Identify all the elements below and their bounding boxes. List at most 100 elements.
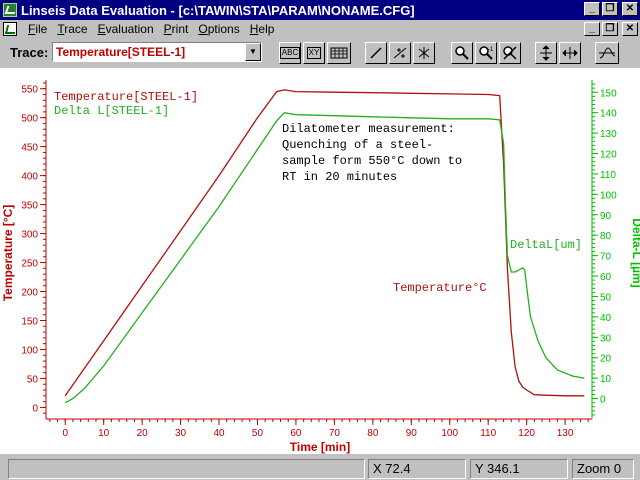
status-zoom: Zoom 0	[572, 459, 634, 479]
trace-label: Trace:	[10, 45, 49, 60]
svg-text:-1: -1	[488, 47, 494, 53]
chevron-down-icon[interactable]: ▼	[245, 43, 261, 61]
y-left-tick-label: 50	[27, 374, 39, 385]
magnifier-cancel-icon	[503, 46, 517, 60]
status-bar: X 72.4 Y 346.1 Zoom 0	[0, 457, 640, 480]
y-right-tick-label: 30	[600, 333, 612, 344]
legend-temperature: Temperature[STEEL-1]	[54, 90, 198, 104]
status-y: Y 346.1	[470, 459, 568, 479]
cross-marker-icon	[418, 47, 430, 59]
x-axis-label: Time [min]	[290, 440, 350, 454]
y-right-tick-label: 120	[600, 150, 617, 161]
label-delta-curve: DeltaL[um]	[510, 238, 582, 252]
menu-options[interactable]: Options	[193, 22, 244, 36]
dilatometer-chart: 0 10 20 30 40 50 60 70 80 90 100 110 120 130050100150…	[1, 80, 640, 454]
x-tick-label: 10	[98, 428, 110, 439]
y-left-tick-label: 350	[21, 201, 38, 212]
y-left-tick-label: 400	[21, 172, 38, 183]
title-bar: Linseis Data Evaluation - [c:\TAWIN\STA\…	[0, 0, 640, 20]
abc-label-button[interactable]: ABC	[279, 42, 301, 64]
cross-marker-button[interactable]	[413, 42, 435, 64]
trace-settings-button[interactable]	[595, 42, 619, 64]
status-x: X 72.4	[368, 459, 466, 479]
x-tick-label: 90	[406, 428, 418, 439]
plus-marker-icon	[393, 47, 407, 59]
document-icon[interactable]	[3, 22, 17, 36]
x-tick-label: 20	[137, 428, 149, 439]
y-right-tick-label: 40	[600, 313, 612, 324]
x-tick-label: 100	[441, 428, 458, 439]
magnifier-reset-icon: -1	[479, 46, 494, 60]
x-tick-label: 70	[329, 428, 341, 439]
y-right-tick-label: 60	[600, 272, 612, 283]
x-scale-icon	[562, 47, 578, 59]
plot-area[interactable]: 0 10 20 30 40 50 60 70 80 90 100 110 120 130 0 50 100 150…	[0, 68, 640, 454]
y-right-tick-label: 80	[600, 231, 612, 242]
y-left-tick-label: 500	[21, 114, 38, 125]
doc-minimize-button[interactable]: _	[584, 22, 600, 36]
y-right-tick-label: 110	[600, 170, 616, 181]
y-left-tick-label: 150	[21, 316, 38, 327]
x-tick-label: 120	[518, 428, 535, 439]
annotation-line-3: sample form 550°C down to	[282, 154, 462, 168]
y-right-tick-label: 50	[600, 292, 612, 303]
doc-restore-button[interactable]: ❐	[602, 22, 618, 36]
trace-select[interactable]: Temperature[STEEL-1] ▼	[52, 42, 262, 62]
y-right-tick-label: 0	[600, 395, 606, 406]
trace-select-value: Temperature[STEEL-1]	[56, 45, 186, 59]
line-icon	[370, 47, 382, 59]
y-right-tick-label: 140	[600, 109, 617, 120]
menu-print[interactable]: Print	[159, 22, 194, 36]
x-tick-label: 60	[290, 428, 302, 439]
y-scale-button[interactable]	[535, 42, 557, 64]
close-button[interactable]: ✕	[622, 2, 638, 16]
window-title: Linseis Data Evaluation - [c:\TAWIN\STA\…	[21, 2, 415, 18]
y-right-tick-label: 130	[600, 129, 617, 140]
x-scale-button[interactable]	[559, 42, 581, 64]
x-tick-label: 50	[252, 428, 264, 439]
y-left-axis-label: Temperature [°C]	[1, 205, 15, 302]
zoom-cancel-button[interactable]	[499, 42, 521, 64]
menu-bar: File Trace Evaluation Print Options Help…	[0, 20, 640, 38]
y-right-tick-label: 100	[600, 190, 617, 201]
x-tick-label: 30	[175, 428, 187, 439]
line-button[interactable]	[365, 42, 387, 64]
zoom-reset-button[interactable]: -1	[475, 42, 497, 64]
menu-trace[interactable]: Trace	[52, 22, 92, 36]
y-left-tick-label: 450	[21, 143, 38, 154]
y-left-tick-label: 200	[21, 288, 38, 299]
y-left-tick-label: 0	[32, 403, 38, 414]
x-tick-label: 110	[480, 428, 496, 439]
menu-help[interactable]: Help	[245, 22, 280, 36]
y-left-tick-label: 100	[21, 345, 38, 356]
status-message	[8, 459, 365, 479]
y-right-tick-label: 20	[600, 354, 612, 365]
y-left-tick-label: 300	[21, 230, 38, 241]
grid-button[interactable]	[327, 42, 351, 64]
menu-evaluation[interactable]: Evaluation	[93, 22, 159, 36]
zoom-in-button[interactable]	[451, 42, 473, 64]
annotation-line-1: Dilatometer measurement:	[282, 122, 455, 136]
toolbar: Trace: Temperature[STEEL-1] ▼ ABC XY -1	[0, 38, 640, 68]
x-tick-label: 40	[213, 428, 225, 439]
grid-icon	[330, 47, 348, 59]
y-left-tick-label: 250	[21, 259, 38, 270]
xy-label-button[interactable]: XY	[303, 42, 325, 64]
minimize-button[interactable]: _	[584, 2, 600, 16]
app-icon[interactable]	[3, 3, 17, 17]
menu-file[interactable]: File	[23, 22, 52, 36]
x-tick-label: 130	[557, 428, 574, 439]
x-tick-label: 0	[62, 428, 68, 439]
annotation-line-2: Quenching of a steel-	[282, 138, 433, 152]
magnifier-icon	[455, 46, 469, 60]
y-right-tick-label: 10	[600, 374, 612, 385]
restore-button[interactable]: ❐	[602, 2, 618, 16]
doc-close-button[interactable]: ✕	[622, 22, 638, 36]
label-temperature-curve: Temperature°C	[393, 281, 487, 295]
curve-icon	[599, 47, 616, 59]
y-right-tick-label: 70	[600, 252, 612, 263]
y-right-tick-label: 90	[600, 211, 612, 222]
legend-delta: Delta L[STEEL-1]	[54, 104, 169, 118]
point-marker-button[interactable]	[389, 42, 411, 64]
y-left-tick-label: 550	[21, 85, 38, 96]
